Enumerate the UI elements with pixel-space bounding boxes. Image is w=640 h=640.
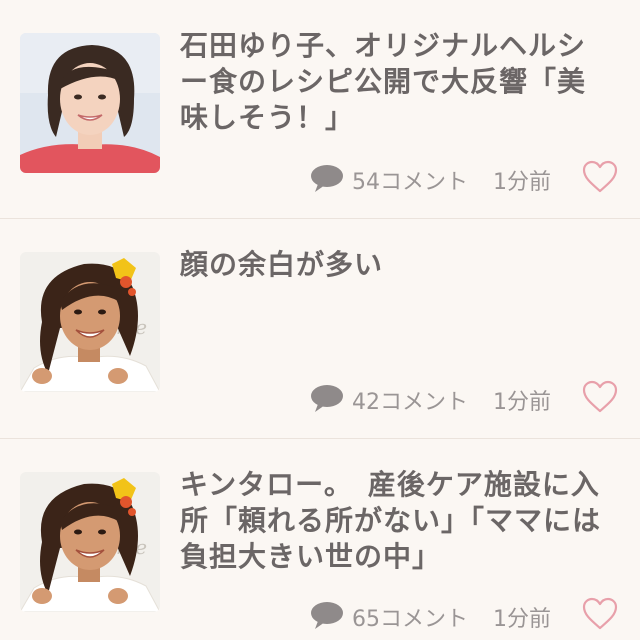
article-meta: 42コメント 1分前 — [300, 378, 620, 418]
heart-icon[interactable] — [582, 597, 618, 631]
article-meta: 54コメント 1分前 — [300, 158, 620, 198]
article-title[interactable]: 石田ゆり子、オリジナルヘルシー食のレシピ公開で大反響「美味しそう！」 — [180, 28, 612, 136]
portrait-photo-icon: nie — [20, 472, 160, 612]
article-thumbnail[interactable]: nie — [20, 252, 160, 392]
article-item[interactable]: nie キンタロー。 産後ケア施設に入所「頼れる所がない」「ママには負担大きい世… — [0, 439, 640, 640]
article-thumbnail[interactable] — [20, 33, 160, 173]
post-time: 1分前 — [493, 607, 551, 632]
post-time: 1分前 — [493, 170, 551, 195]
comment-bubble-icon — [311, 165, 343, 192]
comment-count: 54コメント — [352, 170, 468, 195]
article-title[interactable]: キンタロー。 産後ケア施設に入所「頼れる所がない」「ママには負担大きい世の中」 — [180, 467, 612, 575]
comment-bubble-icon — [311, 385, 343, 412]
article-item[interactable]: 石田ゆり子、オリジナルヘルシー食のレシピ公開で大反響「美味しそう！」 54コメン… — [0, 0, 640, 219]
comment-count: 42コメント — [352, 390, 468, 415]
comment-count: 65コメント — [352, 607, 468, 632]
heart-icon[interactable] — [582, 380, 618, 414]
comment-bubble-icon — [311, 602, 343, 629]
article-item[interactable]: nie 顔の余白が多い 42コメント — [0, 219, 640, 439]
portrait-photo-icon — [20, 33, 160, 173]
article-title[interactable]: 顔の余白が多い — [180, 247, 612, 283]
portrait-photo-icon: nie — [20, 252, 160, 392]
post-time: 1分前 — [493, 390, 551, 415]
heart-icon[interactable] — [582, 160, 618, 194]
article-feed: 石田ゆり子、オリジナルヘルシー食のレシピ公開で大反響「美味しそう！」 54コメン… — [0, 0, 640, 640]
article-thumbnail[interactable]: nie — [20, 472, 160, 612]
article-meta: 65コメント 1分前 — [300, 595, 620, 635]
